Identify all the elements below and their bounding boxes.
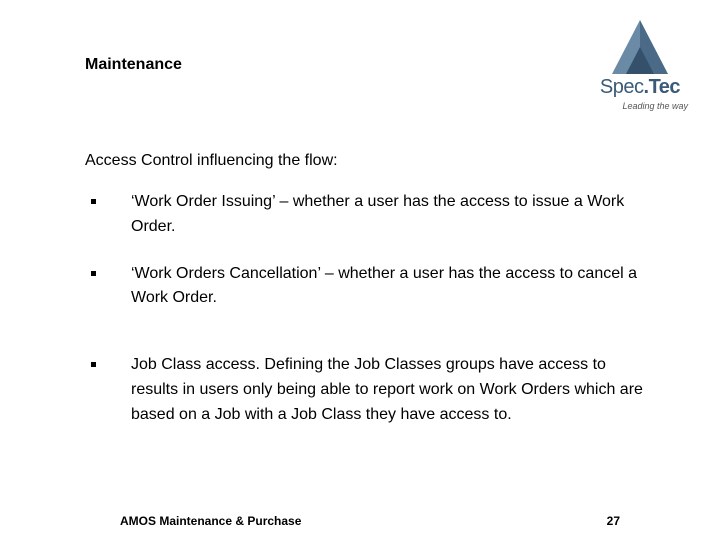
list-item: ‘Work Order Issuing’ – whether a user ha…	[85, 190, 655, 240]
slide-title: Maintenance	[85, 56, 182, 74]
bullet-list: ‘Work Order Issuing’ – whether a user ha…	[85, 190, 655, 428]
logo-tagline: Leading the way	[590, 101, 690, 111]
list-item: Job Class access. Defining the Job Class…	[85, 353, 655, 427]
list-item: ‘Work Orders Cancellation’ – whether a u…	[85, 262, 655, 312]
logo-tec: Tec	[649, 76, 680, 98]
page-number: 27	[607, 514, 620, 528]
logo-mark-icon	[612, 20, 668, 74]
content-area: Access Control influencing the flow: ‘Wo…	[85, 152, 655, 450]
slide: Maintenance Spec.Tec Leading the way Acc…	[0, 0, 720, 540]
logo-spec: Spec	[600, 76, 644, 98]
footer-title: AMOS Maintenance & Purchase	[120, 514, 301, 528]
lead-text: Access Control influencing the flow:	[85, 152, 655, 170]
logo-wordmark: Spec.Tec	[590, 76, 690, 99]
spectec-logo: Spec.Tec Leading the way	[590, 20, 690, 111]
